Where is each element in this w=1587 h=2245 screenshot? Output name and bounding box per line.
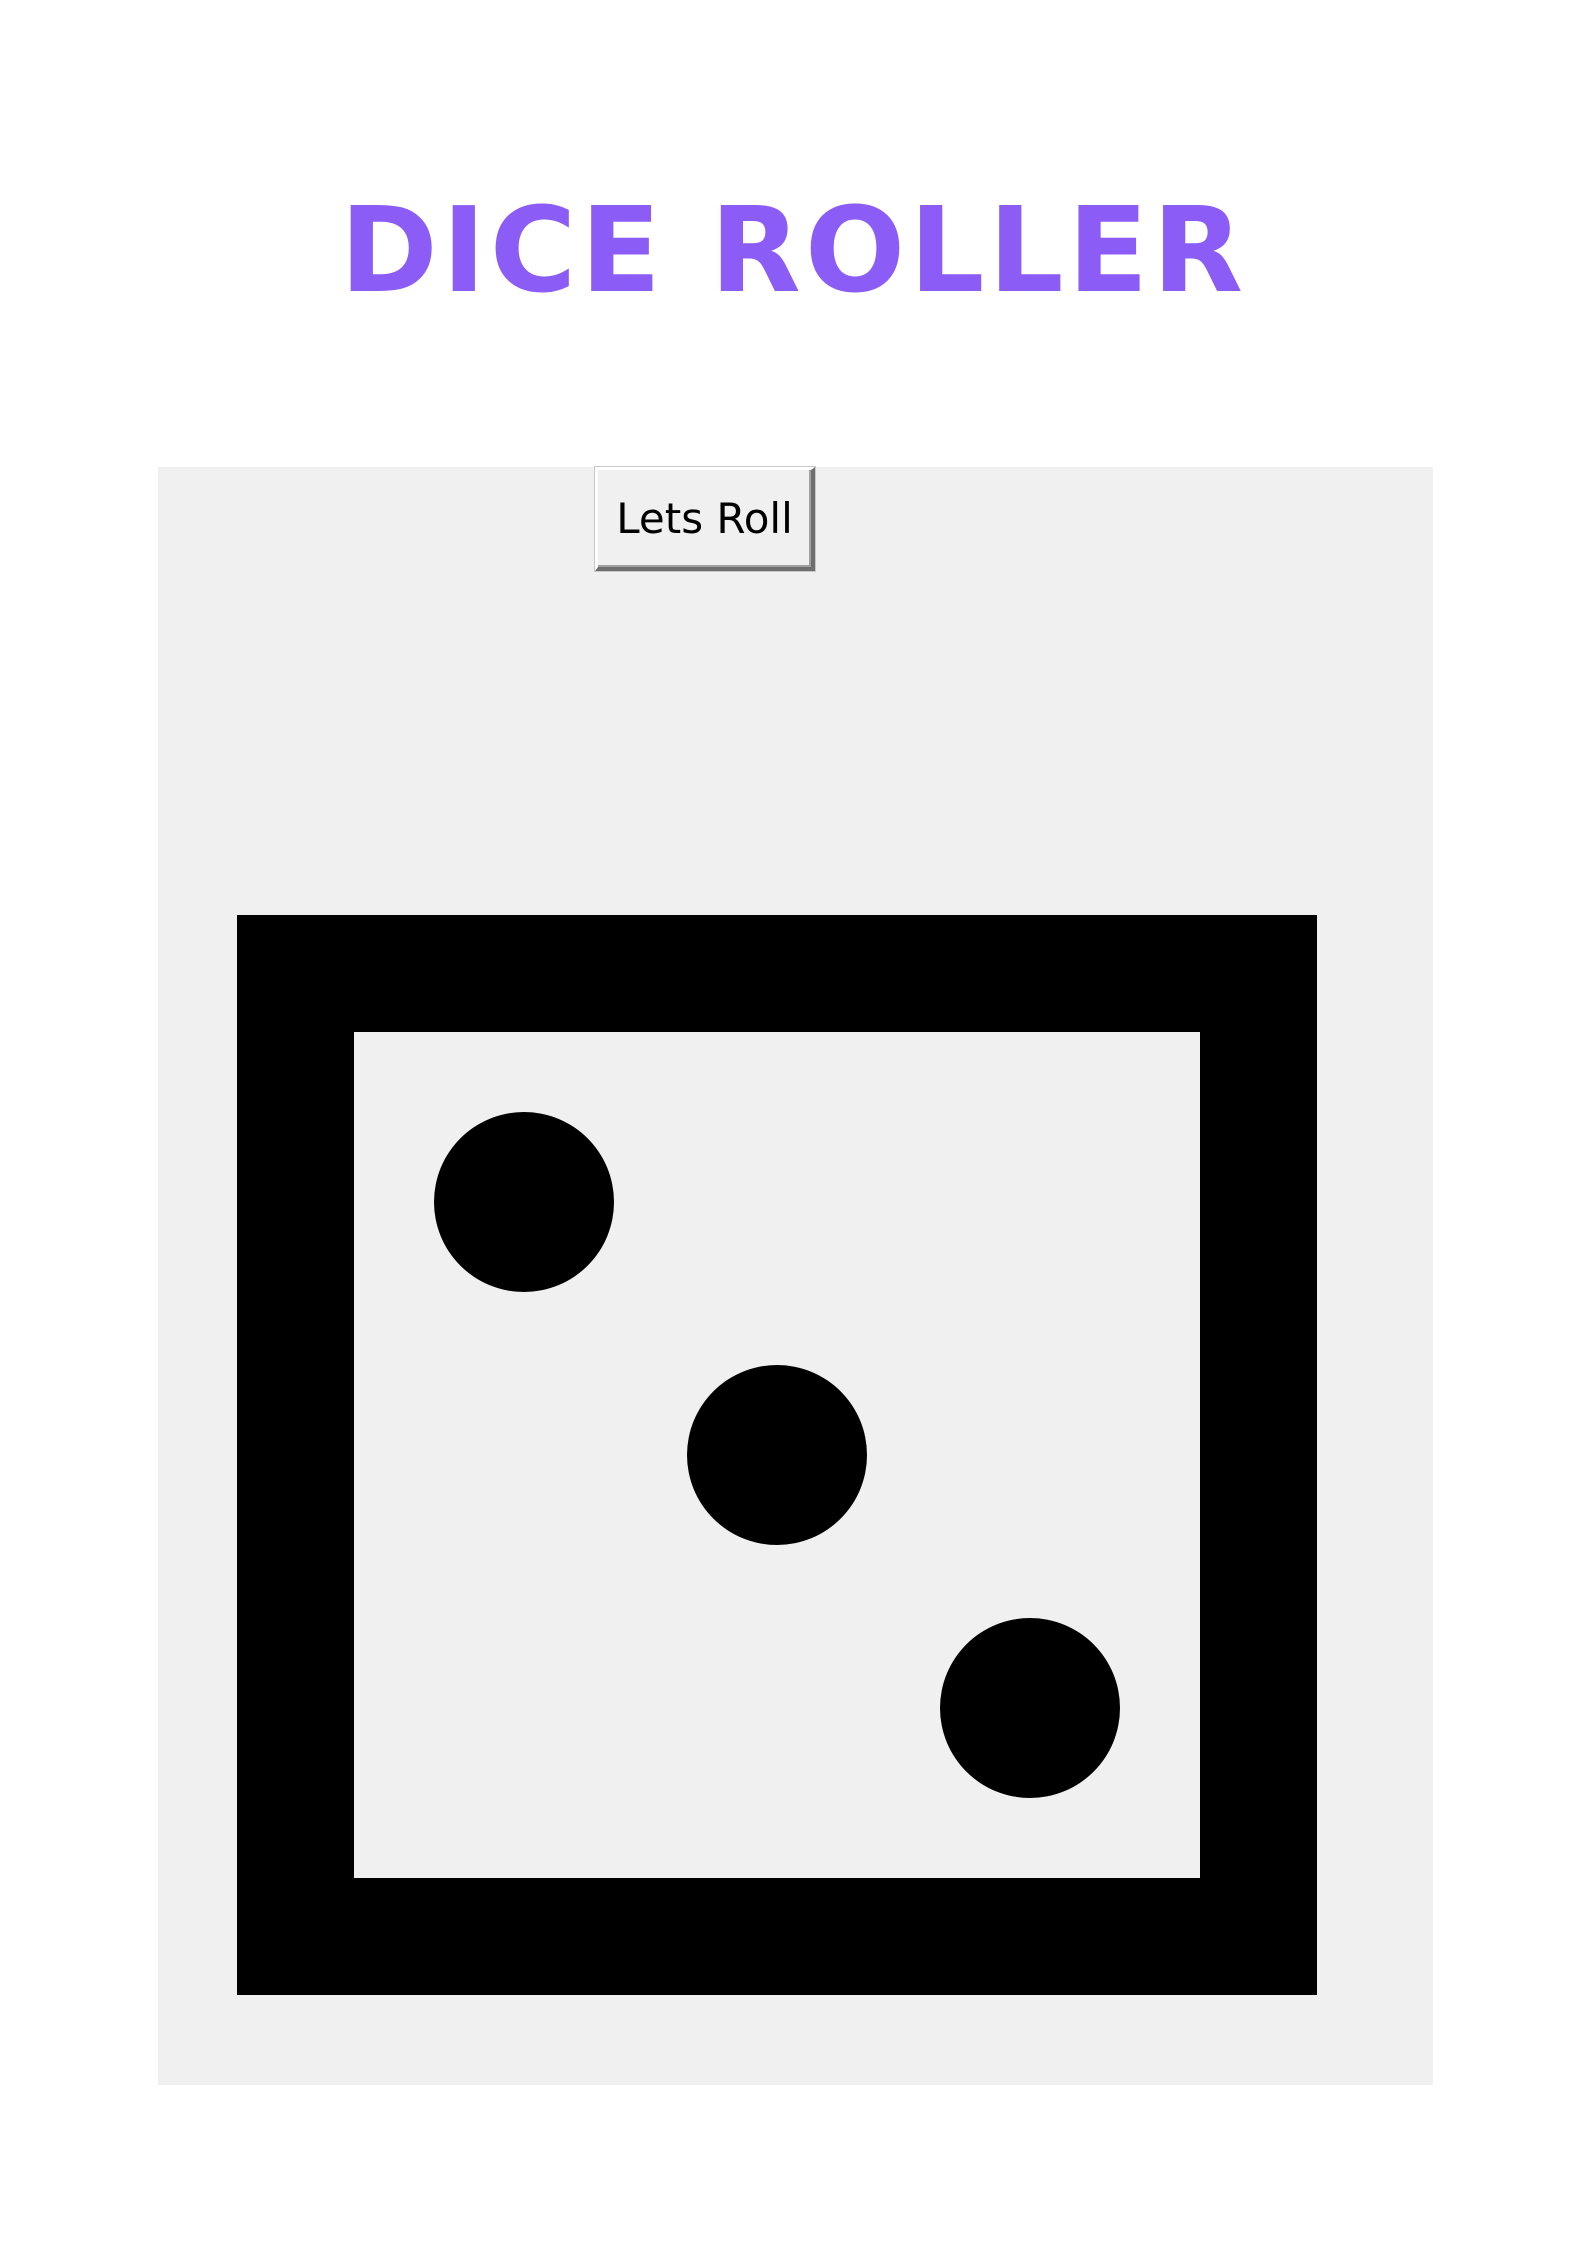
- die: [237, 915, 1317, 1995]
- die-face: [354, 1032, 1200, 1878]
- die-pip: [434, 1112, 614, 1292]
- dice-app-window: Lets Roll: [158, 467, 1433, 2085]
- die-pip: [940, 1618, 1120, 1798]
- die-pip: [687, 1365, 867, 1545]
- page-title: DICE ROLLER: [339, 181, 1248, 319]
- lets-roll-button[interactable]: Lets Roll: [595, 467, 815, 571]
